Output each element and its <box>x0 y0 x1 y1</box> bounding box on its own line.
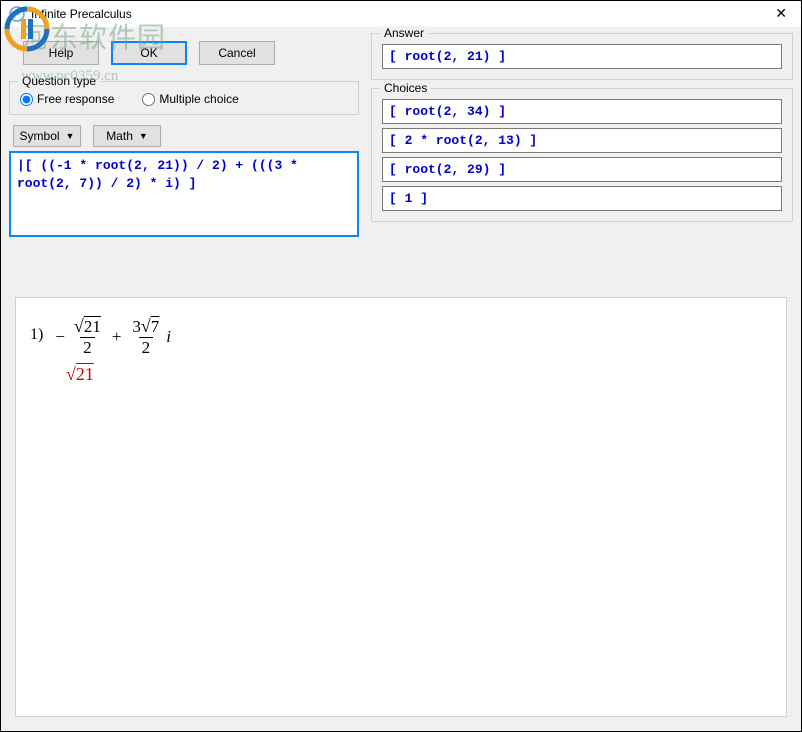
title-bar: P Infinite Precalculus ✕ <box>1 1 801 27</box>
choice-item[interactable]: [ root(2, 29) ] <box>382 157 782 182</box>
radio-free-response-input[interactable] <box>20 93 33 106</box>
cancel-button[interactable]: Cancel <box>199 41 275 65</box>
radio-multiple-choice-input[interactable] <box>142 93 155 106</box>
button-row: Help OK Cancel <box>9 31 359 77</box>
ok-button[interactable]: OK <box>111 41 187 65</box>
choice-item[interactable]: [ root(2, 34) ] <box>382 99 782 124</box>
expression-input[interactable]: |[ ((-1 * root(2, 21)) / 2) + (((3 * roo… <box>9 151 359 237</box>
answer-preview: √21 <box>66 364 772 385</box>
svg-text:P: P <box>14 10 21 21</box>
chevron-down-icon: ▼ <box>66 131 75 141</box>
choices-group: Choices [ root(2, 34) ] [ 2 * root(2, 13… <box>371 88 793 222</box>
answer-group: Answer [ root(2, 21) ] <box>371 33 793 80</box>
question-number: 1) <box>30 316 43 344</box>
symbol-dropdown-label: Symbol <box>20 129 60 143</box>
question-type-group: Question type Free response Multiple cho… <box>9 81 359 115</box>
radio-free-response-label: Free response <box>37 92 114 106</box>
answer-legend: Answer <box>380 26 428 40</box>
app-icon: P <box>9 6 25 22</box>
question-type-legend: Question type <box>18 74 100 88</box>
close-icon[interactable]: ✕ <box>767 3 795 24</box>
help-button[interactable]: Help <box>23 41 99 65</box>
answer-value[interactable]: [ root(2, 21) ] <box>382 44 782 69</box>
choices-legend: Choices <box>380 81 431 95</box>
radio-free-response[interactable]: Free response <box>20 92 114 106</box>
choice-item[interactable]: [ 1 ] <box>382 186 782 211</box>
radio-multiple-choice[interactable]: Multiple choice <box>142 92 238 106</box>
math-dropdown[interactable]: Math ▼ <box>93 125 161 147</box>
choice-item[interactable]: [ 2 * root(2, 13) ] <box>382 128 782 153</box>
chevron-down-icon: ▼ <box>139 131 148 141</box>
question-formula: 1) − √21 2 + 3√7 2 i <box>30 316 772 358</box>
preview-panel: 1) − √21 2 + 3√7 2 i √21 <box>15 297 787 717</box>
symbol-dropdown[interactable]: Symbol ▼ <box>13 125 81 147</box>
math-dropdown-label: Math <box>106 129 133 143</box>
window-title: Infinite Precalculus <box>31 7 132 21</box>
radio-multiple-choice-label: Multiple choice <box>159 92 238 106</box>
